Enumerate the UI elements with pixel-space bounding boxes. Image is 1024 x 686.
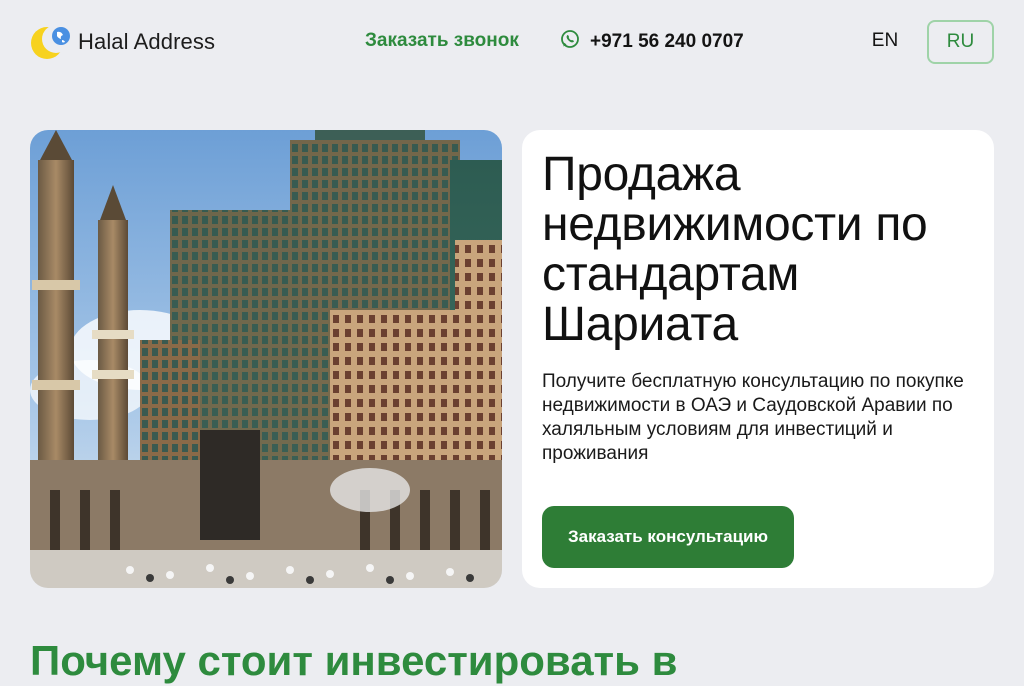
hero-image (30, 130, 502, 588)
brand-logo[interactable]: Halal Address (30, 24, 215, 60)
site-header: Halal Address Заказать звонок +971 56 24… (0, 0, 1024, 84)
hero-subtitle: Получите бесплатную консультацию по поку… (542, 371, 964, 464)
phone-link[interactable]: +971 56 240 0707 (560, 29, 744, 54)
hero-card: Продажа недвижимости по стандартам Шариа… (522, 130, 994, 588)
whatsapp-icon (560, 29, 580, 54)
language-en[interactable]: EN (866, 30, 904, 54)
brand-name: Halal Address (78, 29, 216, 54)
crescent-globe-icon (30, 24, 72, 60)
order-consultation-button[interactable]: Заказать консультацию (542, 506, 794, 568)
language-ru-button[interactable]: RU (927, 20, 994, 64)
order-call-link[interactable]: Заказать звонок (365, 30, 519, 52)
section-title: Почему стоит инвестировать в (30, 637, 678, 684)
hero-title: Продажа недвижимости по стандартам Шариа… (542, 148, 928, 351)
phone-number: +971 56 240 0707 (590, 30, 744, 52)
